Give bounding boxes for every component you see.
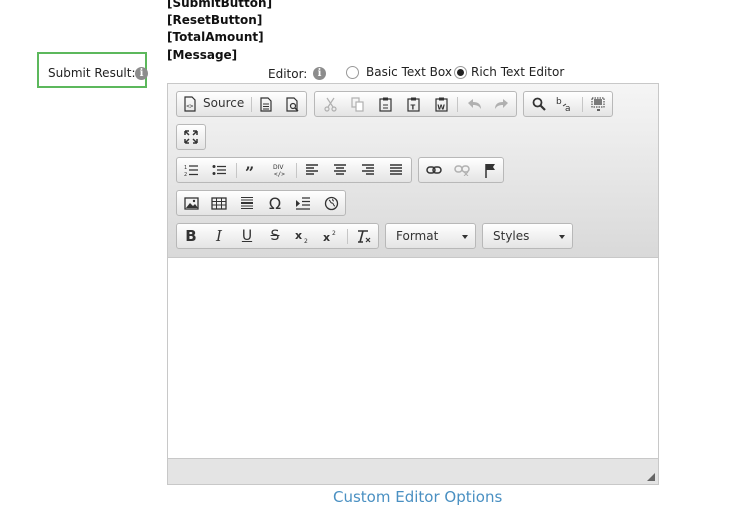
editor-status-bar	[168, 458, 658, 484]
toolbar-group-clipboard: T W	[314, 91, 517, 117]
editor-toolbar: <> Source T W b a 1 2 ” DIV </> Ω B I U …	[168, 84, 658, 258]
blockquote-icon[interactable]: ”	[241, 160, 263, 180]
toolbar-separator	[236, 163, 237, 178]
numbered-list-icon[interactable]: 12	[180, 160, 202, 180]
source-button-label[interactable]: Source	[203, 96, 244, 110]
cut-icon[interactable]	[319, 94, 341, 114]
preview-icon[interactable]	[282, 94, 304, 114]
styles-dropdown-label: Styles	[493, 229, 530, 243]
find-icon[interactable]	[528, 94, 550, 114]
unlink-icon[interactable]	[451, 160, 473, 180]
new-page-icon[interactable]	[255, 94, 277, 114]
link-icon[interactable]	[423, 160, 445, 180]
replace-icon[interactable]: ba	[554, 94, 576, 114]
svg-text:b: b	[556, 97, 562, 107]
svg-text:”: ”	[245, 164, 254, 176]
toolbar-separator	[251, 97, 252, 112]
svg-text:2: 2	[184, 172, 187, 177]
paste-word-icon[interactable]: W	[430, 94, 452, 114]
svg-text:</>: </>	[274, 171, 285, 178]
anchor-icon[interactable]	[479, 160, 501, 180]
redo-icon[interactable]	[490, 94, 512, 114]
chevron-down-icon	[462, 235, 468, 239]
chevron-down-icon	[559, 235, 565, 239]
token-reset-button: [ResetButton]	[167, 13, 263, 27]
copy-icon[interactable]	[346, 94, 368, 114]
token-message: [Message]	[167, 48, 238, 62]
superscript-icon[interactable]: x2	[320, 226, 342, 246]
remove-format-icon[interactable]	[353, 226, 375, 246]
bold-icon[interactable]: B	[180, 226, 202, 246]
special-char-icon[interactable]: Ω	[264, 193, 286, 213]
align-center-icon[interactable]	[329, 160, 351, 180]
styles-dropdown[interactable]: Styles	[482, 223, 573, 249]
toolbar-group-insert: Ω	[176, 190, 346, 216]
table-icon[interactable]	[208, 193, 230, 213]
format-dropdown[interactable]: Format	[385, 223, 476, 249]
radio-rich-text-editor[interactable]	[454, 66, 467, 79]
token-total-amount: [TotalAmount]	[167, 30, 264, 44]
select-all-icon[interactable]	[587, 94, 609, 114]
editor-label: Editor:	[268, 67, 308, 81]
paste-text-icon[interactable]: T	[402, 94, 424, 114]
strike-icon[interactable]: S	[264, 226, 286, 246]
justify-icon[interactable]	[385, 160, 407, 180]
toolbar-separator	[582, 97, 583, 112]
bulleted-list-icon[interactable]	[208, 160, 230, 180]
svg-text:W: W	[437, 103, 445, 111]
info-icon[interactable]: i	[135, 67, 148, 80]
info-icon[interactable]: i	[313, 67, 326, 80]
svg-text:DIV: DIV	[273, 164, 284, 171]
maximize-icon[interactable]	[180, 127, 202, 147]
svg-text:2: 2	[304, 238, 308, 243]
iframe-icon[interactable]	[320, 193, 342, 213]
horizontal-line-icon[interactable]	[236, 193, 258, 213]
format-dropdown-label: Format	[396, 229, 439, 243]
toolbar-group-paragraph: 12 ” DIV </>	[176, 157, 412, 183]
radio-basic-text-box-label[interactable]: Basic Text Box	[366, 65, 452, 79]
svg-text:x: x	[295, 229, 302, 242]
svg-text:x: x	[323, 231, 330, 243]
svg-text:1: 1	[184, 165, 187, 171]
align-right-icon[interactable]	[357, 160, 379, 180]
radio-rich-text-editor-label[interactable]: Rich Text Editor	[471, 65, 564, 79]
align-left-icon[interactable]	[301, 160, 323, 180]
subscript-icon[interactable]: x2	[292, 226, 314, 246]
toolbar-group-tools	[176, 124, 206, 150]
toolbar-group-links	[418, 157, 504, 183]
italic-icon[interactable]: I	[208, 226, 230, 246]
toolbar-group-basicstyles: B I U S x2 x2	[176, 223, 379, 249]
image-icon[interactable]	[180, 193, 202, 213]
radio-basic-text-box[interactable]	[346, 66, 359, 79]
svg-text:<>: <>	[186, 103, 194, 110]
toolbar-separator	[457, 97, 458, 112]
toolbar-group-document: <> Source	[176, 91, 307, 117]
editor-content-area[interactable]	[168, 258, 658, 458]
underline-icon[interactable]: U	[236, 226, 258, 246]
svg-text:T: T	[410, 103, 415, 111]
svg-text:2: 2	[332, 230, 336, 237]
submit-result-label: Submit Result:	[48, 66, 136, 80]
undo-icon[interactable]	[463, 94, 485, 114]
div-icon[interactable]: DIV </>	[269, 160, 291, 180]
toolbar-group-editing: ba	[523, 91, 613, 117]
token-submit-button: [SubmitButton]	[167, 0, 273, 10]
indent-icon[interactable]	[292, 193, 314, 213]
toolbar-separator	[296, 163, 297, 178]
toolbar-separator	[347, 229, 348, 244]
svg-text:a: a	[565, 104, 571, 112]
custom-editor-options-link[interactable]: Custom Editor Options	[333, 488, 502, 506]
paste-icon[interactable]	[374, 94, 396, 114]
source-icon[interactable]: <>	[179, 94, 201, 114]
resize-handle-icon[interactable]	[647, 473, 655, 481]
rich-text-editor: <> Source T W b a 1 2 ” DIV </> Ω B I U …	[167, 83, 659, 485]
